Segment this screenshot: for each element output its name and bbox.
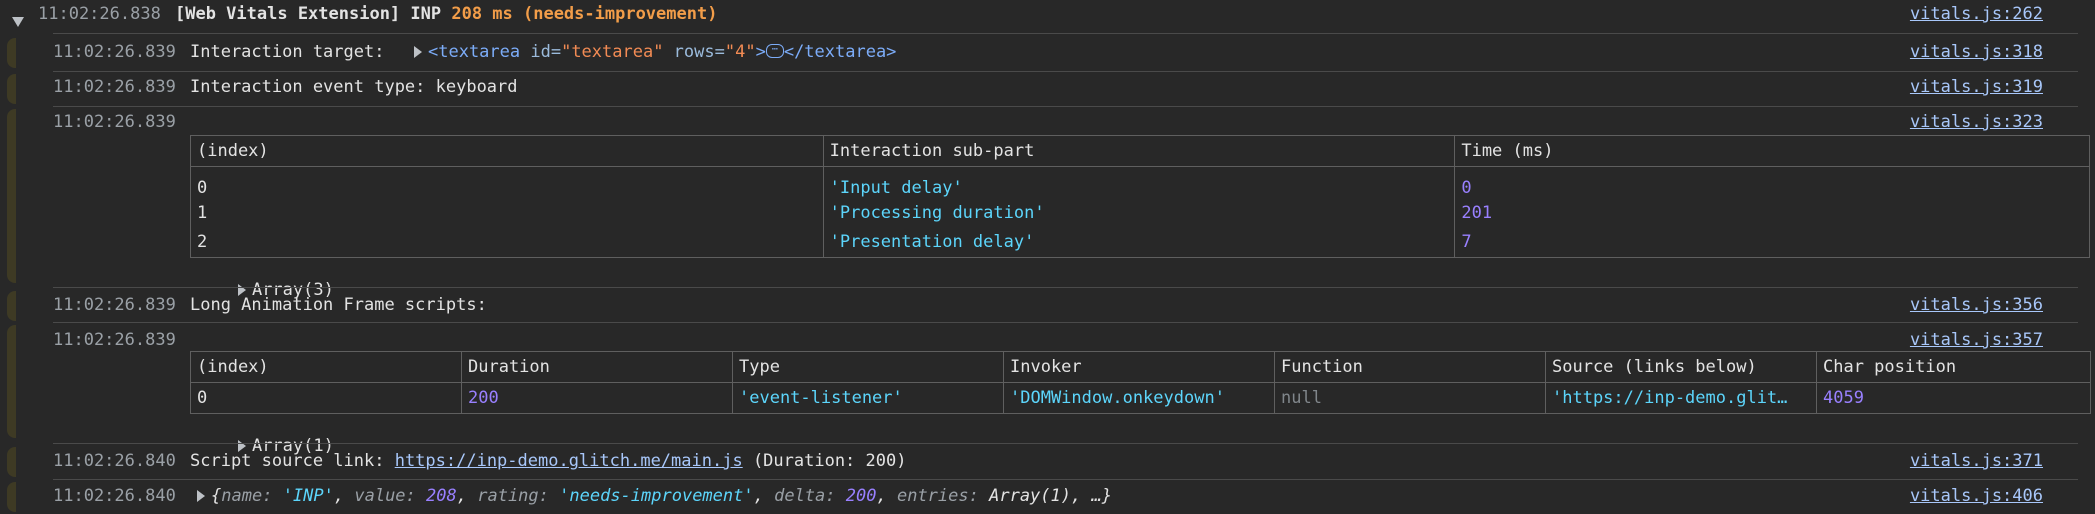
- divider: [53, 33, 2078, 34]
- table-header-row: (index) Interaction sub-part Time (ms): [190, 135, 2090, 167]
- tag-bracket: >: [755, 42, 766, 62]
- prop-value-name: 'INP': [282, 486, 334, 506]
- cell-source: 'https://inp-demo.glit…: [1545, 382, 1817, 414]
- console-message-target: 11:02:26.839 Interaction target: <textar…: [0, 42, 2095, 68]
- expand-triangle-icon[interactable]: [197, 490, 205, 502]
- table-row: 0 200 'event-listener' 'DOMWindow.onkeyd…: [190, 382, 2091, 414]
- attr-name-rows: rows=: [663, 42, 725, 62]
- console-panel: 11:02:26.838 [Web Vitals Extension] INP …: [0, 0, 2095, 514]
- message-label: Interaction target:: [190, 42, 395, 62]
- attr-value-id: "textarea": [561, 42, 664, 62]
- divider: [53, 71, 2078, 72]
- source-link[interactable]: vitals.js:319: [1910, 77, 2043, 97]
- prop-key: delta: [774, 486, 826, 506]
- divider: [53, 287, 2078, 288]
- expand-triangle-icon[interactable]: [414, 46, 422, 58]
- message-text: Script source link: https://inp-demo.gli…: [190, 451, 906, 471]
- timestamp: 11:02:26.840: [53, 486, 176, 506]
- message-text: Interaction event type: keyboard: [190, 77, 518, 97]
- column-header[interactable]: Function: [1274, 351, 1546, 383]
- source-link[interactable]: vitals.js:318: [1910, 42, 2043, 62]
- duration-suffix: (Duration: 200): [742, 451, 907, 471]
- prop-value-value: 208: [426, 486, 457, 506]
- cell-char-position: 4059: [1816, 382, 2091, 414]
- console-message-object: 11:02:26.840 {name: 'INP', value: 208, r…: [0, 486, 2095, 512]
- cell-type: 'event-listener': [732, 382, 1004, 414]
- table-header-row: (index) Duration Type Invoker Function S…: [190, 351, 2091, 383]
- column-header[interactable]: Source (links below): [1545, 351, 1817, 383]
- inp-value-rating: 208 ms (needs-improvement): [451, 4, 718, 24]
- column-header[interactable]: Time (ms): [1454, 135, 2090, 167]
- tag-close: </textarea>: [783, 42, 897, 62]
- element-node[interactable]: <textarea id="textarea" rows="4"> ⋯ </text…: [414, 42, 896, 62]
- brace-close: , …}: [1071, 486, 1112, 506]
- prop-value-delta: 200: [845, 486, 877, 506]
- source-link[interactable]: vitals.js:262: [1910, 4, 2043, 24]
- prop-key: value: [354, 486, 406, 506]
- attr-name-id: id=: [520, 42, 562, 62]
- group-title-prefix: [Web Vitals Extension] INP: [175, 4, 452, 24]
- timestamp: 11:02:26.840: [53, 451, 176, 471]
- timestamp: 11:02:26.839: [53, 42, 176, 62]
- message-label: Script source link:: [190, 451, 395, 471]
- brace-open: {: [211, 486, 222, 506]
- console-message-script-link: 11:02:26.840 Script source link: https:/…: [0, 451, 2095, 477]
- console-group-header[interactable]: 11:02:26.838 [Web Vitals Extension] INP …: [0, 4, 2095, 30]
- prop-key: rating: [477, 486, 539, 506]
- cell-subpart: 'Presentation delay': [822, 227, 1456, 258]
- console-message-loaf-label: 11:02:26.839 Long Animation Frame script…: [0, 295, 2095, 321]
- prop-key: entries: [896, 486, 969, 506]
- cell-time: 0: [1454, 166, 2090, 198]
- column-header[interactable]: Invoker: [1003, 351, 1275, 383]
- source-link[interactable]: vitals.js:323: [1910, 112, 2043, 132]
- source-link[interactable]: vitals.js:406: [1910, 486, 2043, 506]
- subparts-table: (index) Interaction sub-part Time (ms) 0…: [190, 135, 2090, 258]
- column-header[interactable]: Type: [732, 351, 1004, 383]
- divider: [53, 106, 2078, 107]
- source-link[interactable]: vitals.js:356: [1910, 295, 2043, 315]
- tag-open: <textarea: [428, 42, 521, 62]
- cell-time: 201: [1454, 197, 2090, 228]
- divider: [53, 322, 2078, 323]
- table-row: 2 'Presentation delay' 7: [190, 227, 2090, 258]
- ellipsis-expand-icon[interactable]: ⋯: [765, 44, 784, 58]
- divider: [53, 479, 2078, 480]
- timestamp: 11:02:26.839: [53, 77, 176, 97]
- cell-subpart: 'Processing duration': [822, 197, 1456, 228]
- table-row: 1 'Processing duration' 201: [190, 197, 2090, 228]
- column-header[interactable]: Interaction sub-part: [822, 135, 1456, 167]
- timestamp: 11:02:26.839: [53, 330, 176, 350]
- cell-index: 0: [190, 382, 462, 414]
- console-message-event-type: 11:02:26.839 Interaction event type: key…: [0, 77, 2095, 103]
- cell-time: 7: [1454, 227, 2090, 258]
- prop-key: name: [221, 486, 263, 506]
- cell-index: 2: [190, 227, 824, 258]
- collapse-caret-icon[interactable]: [12, 12, 24, 32]
- attr-value-rows: "4": [724, 42, 756, 62]
- prop-value-entries: Array(1): [989, 486, 1071, 506]
- source-link[interactable]: vitals.js:357: [1910, 330, 2043, 350]
- prop-value-rating: 'needs-improvement': [559, 486, 754, 506]
- cell-index: 1: [190, 197, 824, 228]
- source-link[interactable]: vitals.js:371: [1910, 451, 2043, 471]
- loaf-scripts-table: (index) Duration Type Invoker Function S…: [190, 351, 2091, 414]
- script-url-link[interactable]: https://inp-demo.glitch.me/main.js: [395, 451, 743, 471]
- divider: [53, 443, 2078, 444]
- column-header[interactable]: Char position: [1816, 351, 2091, 383]
- column-header[interactable]: (index): [190, 135, 824, 167]
- cell-invoker: 'DOMWindow.onkeydown': [1003, 382, 1275, 414]
- cell-function: null: [1274, 382, 1546, 414]
- table-row: 0 'Input delay' 0: [190, 166, 2090, 198]
- cell-subpart: 'Input delay': [822, 166, 1456, 198]
- timestamp: 11:02:26.839: [53, 295, 176, 315]
- message-text: Long Animation Frame scripts:: [190, 295, 487, 315]
- column-header[interactable]: (index): [190, 351, 462, 383]
- column-header[interactable]: Duration: [461, 351, 733, 383]
- timestamp: 11:02:26.839: [53, 112, 176, 132]
- cell-index: 0: [190, 166, 824, 198]
- group-title: [Web Vitals Extension] INP 208 ms (needs…: [175, 4, 717, 24]
- cell-duration: 200: [461, 382, 733, 414]
- timestamp: 11:02:26.838: [38, 4, 161, 24]
- object-preview[interactable]: {name: 'INP', value: 208, rating: 'needs…: [197, 486, 1112, 506]
